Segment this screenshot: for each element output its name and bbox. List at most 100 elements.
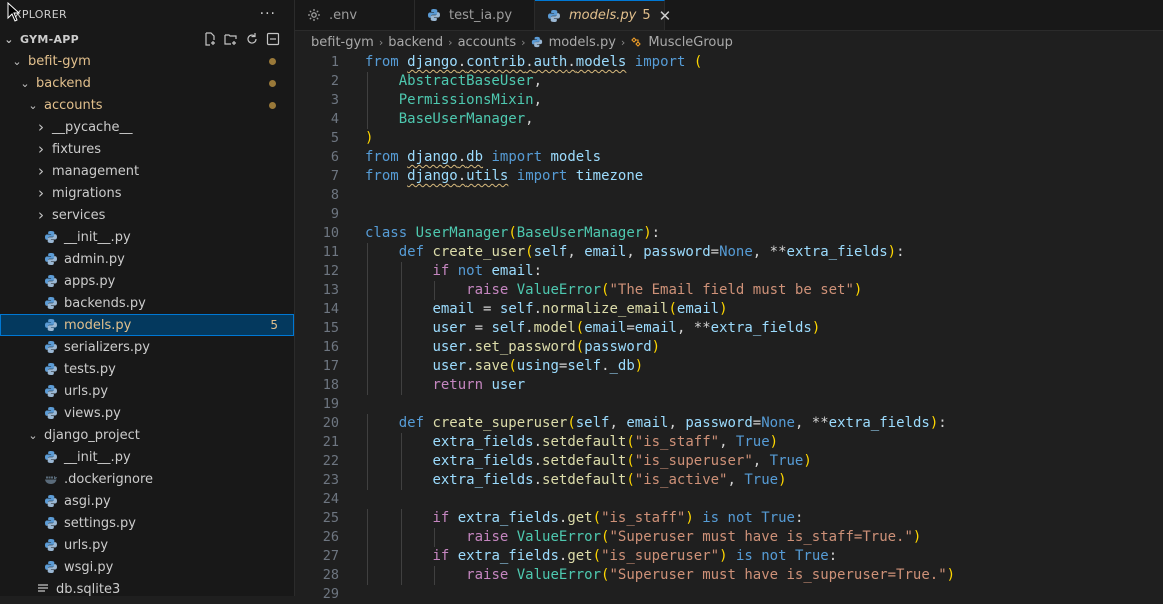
indent-guide <box>400 319 402 338</box>
code-text: AbstractBaseUser, <box>398 73 543 89</box>
modified-dot-icon <box>269 101 276 109</box>
python-icon <box>44 252 58 266</box>
indent-guide <box>367 357 368 376</box>
code-line: 3 PermissionsMixin, <box>295 91 1163 110</box>
new-folder-icon[interactable] <box>224 32 238 46</box>
code-line: 28 raise ValueError("Superuser must have… <box>295 566 1163 585</box>
tab-env[interactable]: .env <box>295 0 415 30</box>
file-item[interactable]: __init__.py <box>0 226 294 248</box>
tree-item-label: db.sqlite3 <box>56 581 121 597</box>
file-item[interactable]: __init__.py <box>0 446 294 468</box>
chevron-right-icon: › <box>38 184 44 202</box>
code-text: email = self.normalize_email(email) <box>432 301 728 317</box>
line-number: 26 <box>322 529 339 545</box>
python-icon <box>547 9 561 23</box>
file-item[interactable]: backends.py <box>0 292 294 314</box>
close-icon[interactable]: ✕ <box>659 7 672 25</box>
breadcrumb-item[interactable]: befit-gym <box>311 35 374 50</box>
code-line: 10 class UserManager(BaseUserManager): <box>295 224 1163 243</box>
code-text: ) <box>365 130 374 146</box>
more-actions-icon[interactable]: ··· <box>260 6 276 22</box>
file-item[interactable]: .dockerignore <box>0 468 294 490</box>
file-item[interactable]: asgi.py <box>0 490 294 512</box>
file-item[interactable]: tests.py <box>0 358 294 380</box>
line-number: 17 <box>322 358 339 374</box>
code-text: user.save(using=self._db) <box>432 358 644 374</box>
folder-item[interactable]: › services <box>0 204 294 226</box>
indent-guide <box>367 376 368 395</box>
workspace-root[interactable]: ⌄ GYM-APP <box>0 28 294 50</box>
file-item[interactable]: serializers.py <box>0 336 294 358</box>
code-line: 5) <box>295 129 1163 148</box>
breadcrumb-item[interactable]: backend <box>388 35 443 50</box>
folder-item[interactable]: › fixtures <box>0 138 294 160</box>
code-text: extra_fields.setdefault("is_staff", True… <box>432 434 779 450</box>
python-icon <box>44 340 58 354</box>
chevron-right-icon: › <box>448 35 453 49</box>
line-number: 19 <box>322 396 339 412</box>
folder-item[interactable]: ⌄ backend <box>0 72 294 94</box>
python-icon <box>44 384 58 398</box>
folder-item[interactable]: › __pycache__ <box>0 116 294 138</box>
file-item[interactable]: models.py 5 <box>0 314 294 336</box>
indent-guide <box>367 91 368 110</box>
code-line: 6 from django.db import models <box>295 148 1163 167</box>
code-line: 19 <box>295 395 1163 414</box>
line-number: 2 <box>330 73 339 89</box>
new-file-icon[interactable] <box>203 32 217 46</box>
tree-item-label: befit-gym <box>28 53 91 69</box>
python-icon <box>427 8 441 22</box>
line-number: 11 <box>322 244 339 260</box>
code-line: 25 if extra_fields.get("is_staff") is no… <box>295 509 1163 528</box>
tree-item-label: django_project <box>44 427 140 443</box>
code-editor[interactable]: 1 from django.contrib.auth.models import … <box>295 53 1163 602</box>
code-line: 26 raise ValueError("Superuser must have… <box>295 528 1163 547</box>
tab-models[interactable]: models.py 5 ✕ <box>535 0 671 30</box>
code-line: 16 user.set_password(password) <box>295 338 1163 357</box>
folder-item[interactable]: ⌄ accounts <box>0 94 294 116</box>
file-item[interactable]: wsgi.py <box>0 556 294 578</box>
indent-guide <box>400 433 402 452</box>
breadcrumb-item[interactable]: models.py <box>549 35 616 50</box>
tab-test-ia[interactable]: test_ia.py <box>415 0 535 30</box>
gear-icon <box>307 8 321 22</box>
folder-item[interactable]: ⌄ django_project <box>0 424 294 446</box>
file-item[interactable]: views.py <box>0 402 294 424</box>
python-icon <box>44 362 58 376</box>
refresh-icon[interactable] <box>245 32 259 46</box>
indent-guide <box>367 452 368 471</box>
file-item[interactable]: apps.py <box>0 270 294 292</box>
indent-guide <box>367 110 368 129</box>
tree-item-label: backend <box>36 75 91 91</box>
chevron-right-icon: › <box>38 140 44 158</box>
indent-guide <box>434 528 436 547</box>
code-line: 2 AbstractBaseUser, <box>295 72 1163 91</box>
database-icon <box>36 582 50 596</box>
file-item[interactable]: urls.py <box>0 380 294 402</box>
tree-item-label: urls.py <box>64 537 109 553</box>
code-line: 24 <box>295 490 1163 509</box>
code-text: if not email: <box>432 263 543 279</box>
collapse-all-icon[interactable] <box>266 32 280 46</box>
modified-dot-icon <box>269 79 276 87</box>
code-text: BaseUserManager, <box>398 111 534 127</box>
file-item[interactable]: settings.py <box>0 512 294 534</box>
breadcrumb-item[interactable]: accounts <box>458 35 517 50</box>
python-icon <box>44 318 58 332</box>
folder-item[interactable]: › migrations <box>0 182 294 204</box>
folder-item[interactable]: ⌄ befit-gym <box>0 50 294 72</box>
breadcrumb-item[interactable]: MuscleGroup <box>648 35 733 50</box>
indent-guide <box>434 566 436 585</box>
code-text: if extra_fields.get("is_superuser") is n… <box>432 548 838 564</box>
tab-label: models.py <box>569 8 637 23</box>
symbol-class-icon <box>630 36 642 48</box>
file-item[interactable]: urls.py <box>0 534 294 556</box>
folder-item[interactable]: › management <box>0 160 294 182</box>
line-number: 6 <box>330 149 339 165</box>
indent-guide <box>434 281 436 300</box>
line-number: 1 <box>330 54 339 70</box>
python-icon <box>44 516 58 530</box>
file-item[interactable]: admin.py <box>0 248 294 270</box>
file-item[interactable]: db.sqlite3 <box>0 578 294 596</box>
python-icon <box>44 538 58 552</box>
